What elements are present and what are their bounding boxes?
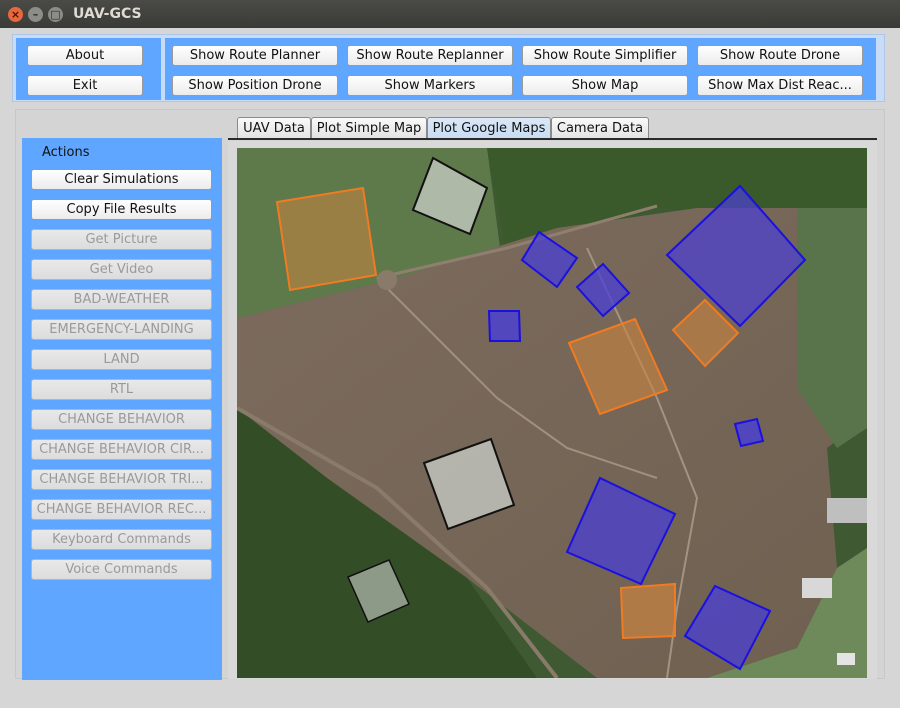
farm-building [837,653,855,665]
clear-simulations-button[interactable]: Clear Simulations [31,169,212,190]
show-route-replanner-button[interactable]: Show Route Replanner [347,45,513,66]
rtl-button[interactable]: RTL [31,379,212,400]
blue-region[interactable] [487,310,522,342]
tab-plot-simple-map[interactable]: Plot Simple Map [311,117,427,139]
title-bar: × – □ UAV-GCS [0,0,900,28]
keyboard-commands-button[interactable]: Keyboard Commands [31,529,212,550]
tab-uav-data[interactable]: UAV Data [237,117,311,139]
voice-commands-button[interactable]: Voice Commands [31,559,212,580]
change-behavior-circle-button[interactable]: CHANGE BEHAVIOR CIR... [31,439,212,460]
show-map-button[interactable]: Show Map [522,75,688,96]
emergency-landing-button[interactable]: EMERGENCY-LANDING [31,319,212,340]
window-title: UAV-GCS [73,6,142,22]
satellite-map[interactable] [237,148,867,678]
show-markers-button[interactable]: Show Markers [347,75,513,96]
window-minimize-button[interactable]: – [28,7,43,22]
tab-camera-data[interactable]: Camera Data [551,117,649,139]
show-route-planner-button[interactable]: Show Route Planner [172,45,338,66]
window-maximize-button[interactable]: □ [48,7,63,22]
show-max-dist-reached-button[interactable]: Show Max Dist Reac... [697,75,863,96]
show-route-drone-button[interactable]: Show Route Drone [697,45,863,66]
window-close-button[interactable]: × [8,7,23,22]
copy-file-results-button[interactable]: Copy File Results [31,199,212,220]
get-video-button[interactable]: Get Video [31,259,212,280]
blue-region[interactable] [733,417,765,448]
roundabout [377,270,397,290]
map-canvas[interactable] [237,148,867,678]
land-button[interactable]: LAND [31,349,212,370]
bad-weather-button[interactable]: BAD-WEATHER [31,289,212,310]
change-behavior-button[interactable]: CHANGE BEHAVIOR [31,409,212,430]
exit-button[interactable]: Exit [27,75,143,96]
get-picture-button[interactable]: Get Picture [31,229,212,250]
farm-building [827,498,867,523]
tab-plot-google-maps[interactable]: Plot Google Maps [427,117,551,139]
change-behavior-rectangle-button[interactable]: CHANGE BEHAVIOR REC... [31,499,212,520]
show-route-simplifier-button[interactable]: Show Route Simplifier [522,45,688,66]
orange-region[interactable] [275,186,378,292]
show-position-drone-button[interactable]: Show Position Drone [172,75,338,96]
about-button[interactable]: About [27,45,143,66]
tab-underline [228,138,877,140]
change-behavior-triangle-button[interactable]: CHANGE BEHAVIOR TRI... [31,469,212,490]
orange-region[interactable] [619,582,676,640]
actions-title: Actions [42,145,90,160]
farm-building [802,578,832,598]
